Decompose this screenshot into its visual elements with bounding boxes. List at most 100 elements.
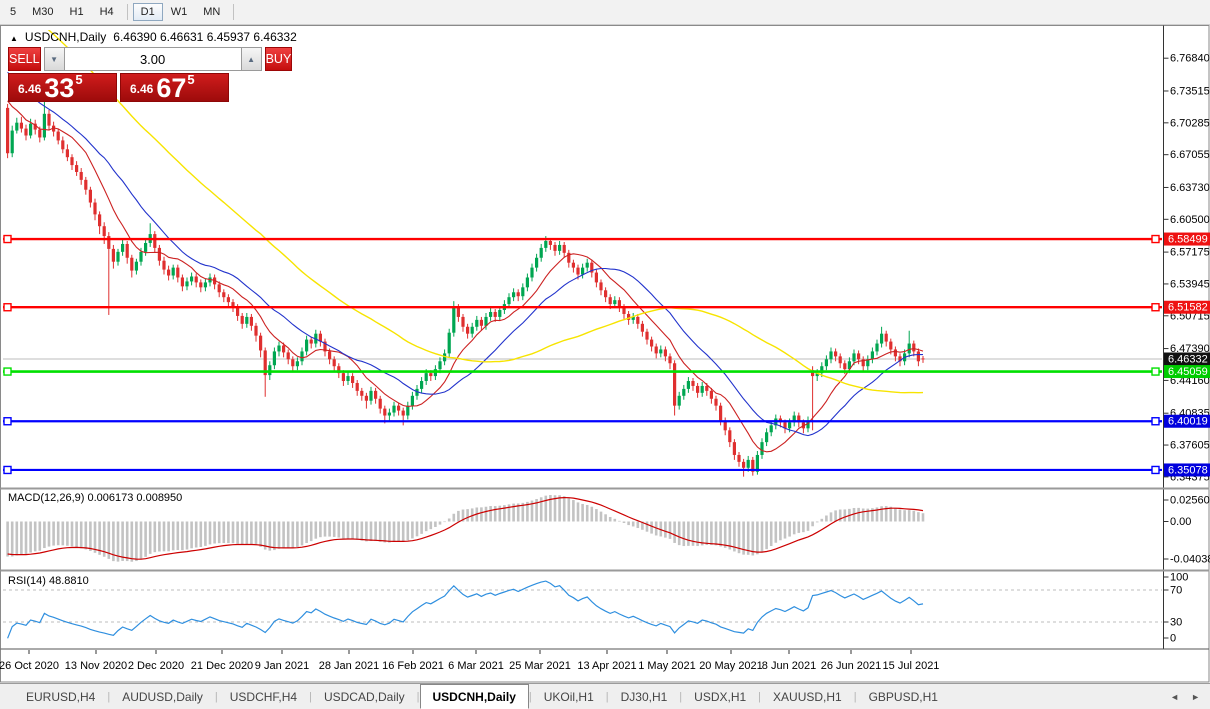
panel-splitter-rsi[interactable] (0, 569, 1210, 572)
candle-body (539, 247, 543, 258)
candle-body (167, 269, 171, 276)
level-handle[interactable] (3, 367, 12, 376)
chart-tab-dj30-h1[interactable]: DJ30,H1 (609, 684, 680, 709)
candle-body (700, 385, 704, 393)
candle-body (456, 307, 460, 317)
timeframe-button-d1[interactable]: D1 (132, 3, 163, 21)
macd-histogram-bar (567, 497, 571, 522)
collapse-triangle-icon[interactable]: ▲ (10, 34, 18, 43)
candle-body (535, 257, 539, 268)
candle-body (70, 157, 74, 166)
macd-histogram-bar (829, 512, 833, 522)
level-handle[interactable] (1151, 303, 1160, 312)
macd-histogram-bar (682, 521, 686, 547)
level-handle[interactable] (3, 417, 12, 426)
candle-body (226, 297, 230, 303)
macd-histogram-bar (213, 521, 216, 544)
candle-body (916, 351, 920, 362)
macd-histogram-bar (636, 521, 640, 529)
candle-body (240, 315, 244, 324)
level-handle[interactable] (3, 303, 12, 312)
candle-body (295, 361, 299, 367)
volume-decrease-button[interactable]: ▼ (43, 47, 65, 71)
candle-body (10, 130, 14, 154)
panel-splitter-macd[interactable] (0, 487, 1210, 490)
candle-body (341, 373, 345, 382)
level-handle[interactable] (1151, 465, 1160, 475)
date-tick-label: 26 Jun 2021 (821, 660, 882, 672)
price-tick-label: 6.60500 (1170, 214, 1210, 226)
sell-button[interactable]: SELL (8, 47, 41, 71)
chart-tab-usdcad-daily[interactable]: USDCAD,Daily (312, 684, 417, 709)
candle-body (719, 405, 723, 421)
candle-body (180, 277, 184, 287)
macd-histogram-bar (608, 516, 612, 522)
chart-tab-audusd-daily[interactable]: AUDUSD,Daily (110, 684, 215, 709)
timeframe-button-mn[interactable]: MN (195, 3, 228, 21)
price-badge-label: 6.46332 (1168, 354, 1208, 366)
timeframe-button-h1[interactable]: H1 (62, 3, 92, 21)
macd-histogram-bar (190, 521, 193, 549)
macd-histogram-bar (480, 507, 483, 522)
chart-tab-usdx-h1[interactable]: USDX,H1 (682, 684, 758, 709)
level-handle[interactable] (1151, 367, 1160, 376)
timeframe-button-w1[interactable]: W1 (163, 3, 196, 21)
level-handle[interactable] (3, 234, 12, 244)
buy-price-pip: 5 (187, 72, 195, 87)
date-tick-label: 2 Dec 2020 (128, 660, 184, 672)
macd-histogram-bar (599, 511, 603, 522)
candle-body (199, 282, 203, 288)
macd-histogram-bar (89, 521, 92, 551)
tab-scroll-left-icon[interactable]: ◄ (1170, 692, 1179, 702)
macd-histogram-bar (700, 521, 704, 546)
macd-histogram-bar (171, 521, 175, 551)
macd-histogram-bar (797, 521, 801, 533)
candle-body (912, 343, 916, 352)
macd-histogram-bar (723, 521, 727, 548)
price-tick-label: 6.67055 (1170, 149, 1210, 161)
buy-price-big: 67 (156, 72, 187, 103)
buy-price-panel[interactable]: 6.46 67 5 (120, 72, 229, 103)
candle-body (470, 326, 474, 334)
macd-histogram-bar (627, 521, 630, 526)
timeframe-button-5[interactable]: 5 (2, 3, 24, 21)
macd-histogram-bar (677, 521, 681, 546)
chart-tab-usdcnh-daily[interactable]: USDCNH,Daily (419, 684, 529, 709)
candle-body (732, 442, 736, 455)
timeframe-button-m30[interactable]: M30 (24, 3, 61, 21)
candle-body (599, 282, 603, 291)
chart-tab-eurusd-h4[interactable]: EURUSD,H4 (14, 684, 107, 709)
sell-price-panel[interactable]: 6.46 33 5 (8, 72, 117, 102)
candle-body (277, 345, 281, 352)
buy-button[interactable]: BUY (264, 47, 293, 71)
macd-histogram-bar (70, 521, 74, 547)
volume-increase-button[interactable]: ▲ (240, 47, 262, 71)
candle-body (222, 292, 226, 298)
macd-histogram-bar (861, 508, 865, 522)
macd-histogram-bar (687, 521, 690, 546)
timeframe-button-h4[interactable]: H4 (92, 3, 122, 21)
macd-histogram-bar (199, 521, 203, 548)
chart-tab-gbpusd-h1[interactable]: GBPUSD,H1 (857, 684, 950, 709)
date-tick-label: 13 Apr 2021 (577, 660, 636, 672)
macd-histogram-bar (613, 518, 617, 522)
candle-body (346, 376, 350, 382)
chart-tab-ukoil-h1[interactable]: UKOil,H1 (532, 684, 606, 709)
macd-histogram-bar (38, 521, 42, 551)
macd-axis-label: -0.040386 (1170, 554, 1210, 566)
macd-histogram-bar (332, 521, 336, 537)
tab-scroll-right-icon[interactable]: ► (1191, 692, 1200, 702)
macd-axis-label: 0.00 (1170, 516, 1191, 528)
level-handle[interactable] (3, 465, 12, 475)
level-handle[interactable] (1151, 417, 1160, 426)
candle-body (479, 319, 483, 326)
level-handle[interactable] (1151, 234, 1160, 244)
candle-body (746, 459, 750, 468)
macd-histogram-bar (135, 521, 138, 562)
chart-tab-usdchf-h4[interactable]: USDCHF,H4 (218, 684, 309, 709)
volume-input[interactable] (64, 47, 241, 71)
candle-body (705, 385, 709, 391)
candle-body (516, 292, 520, 297)
chart-tab-xauusd-h1[interactable]: XAUUSD,H1 (761, 684, 854, 709)
macd-histogram-bar (291, 521, 295, 548)
